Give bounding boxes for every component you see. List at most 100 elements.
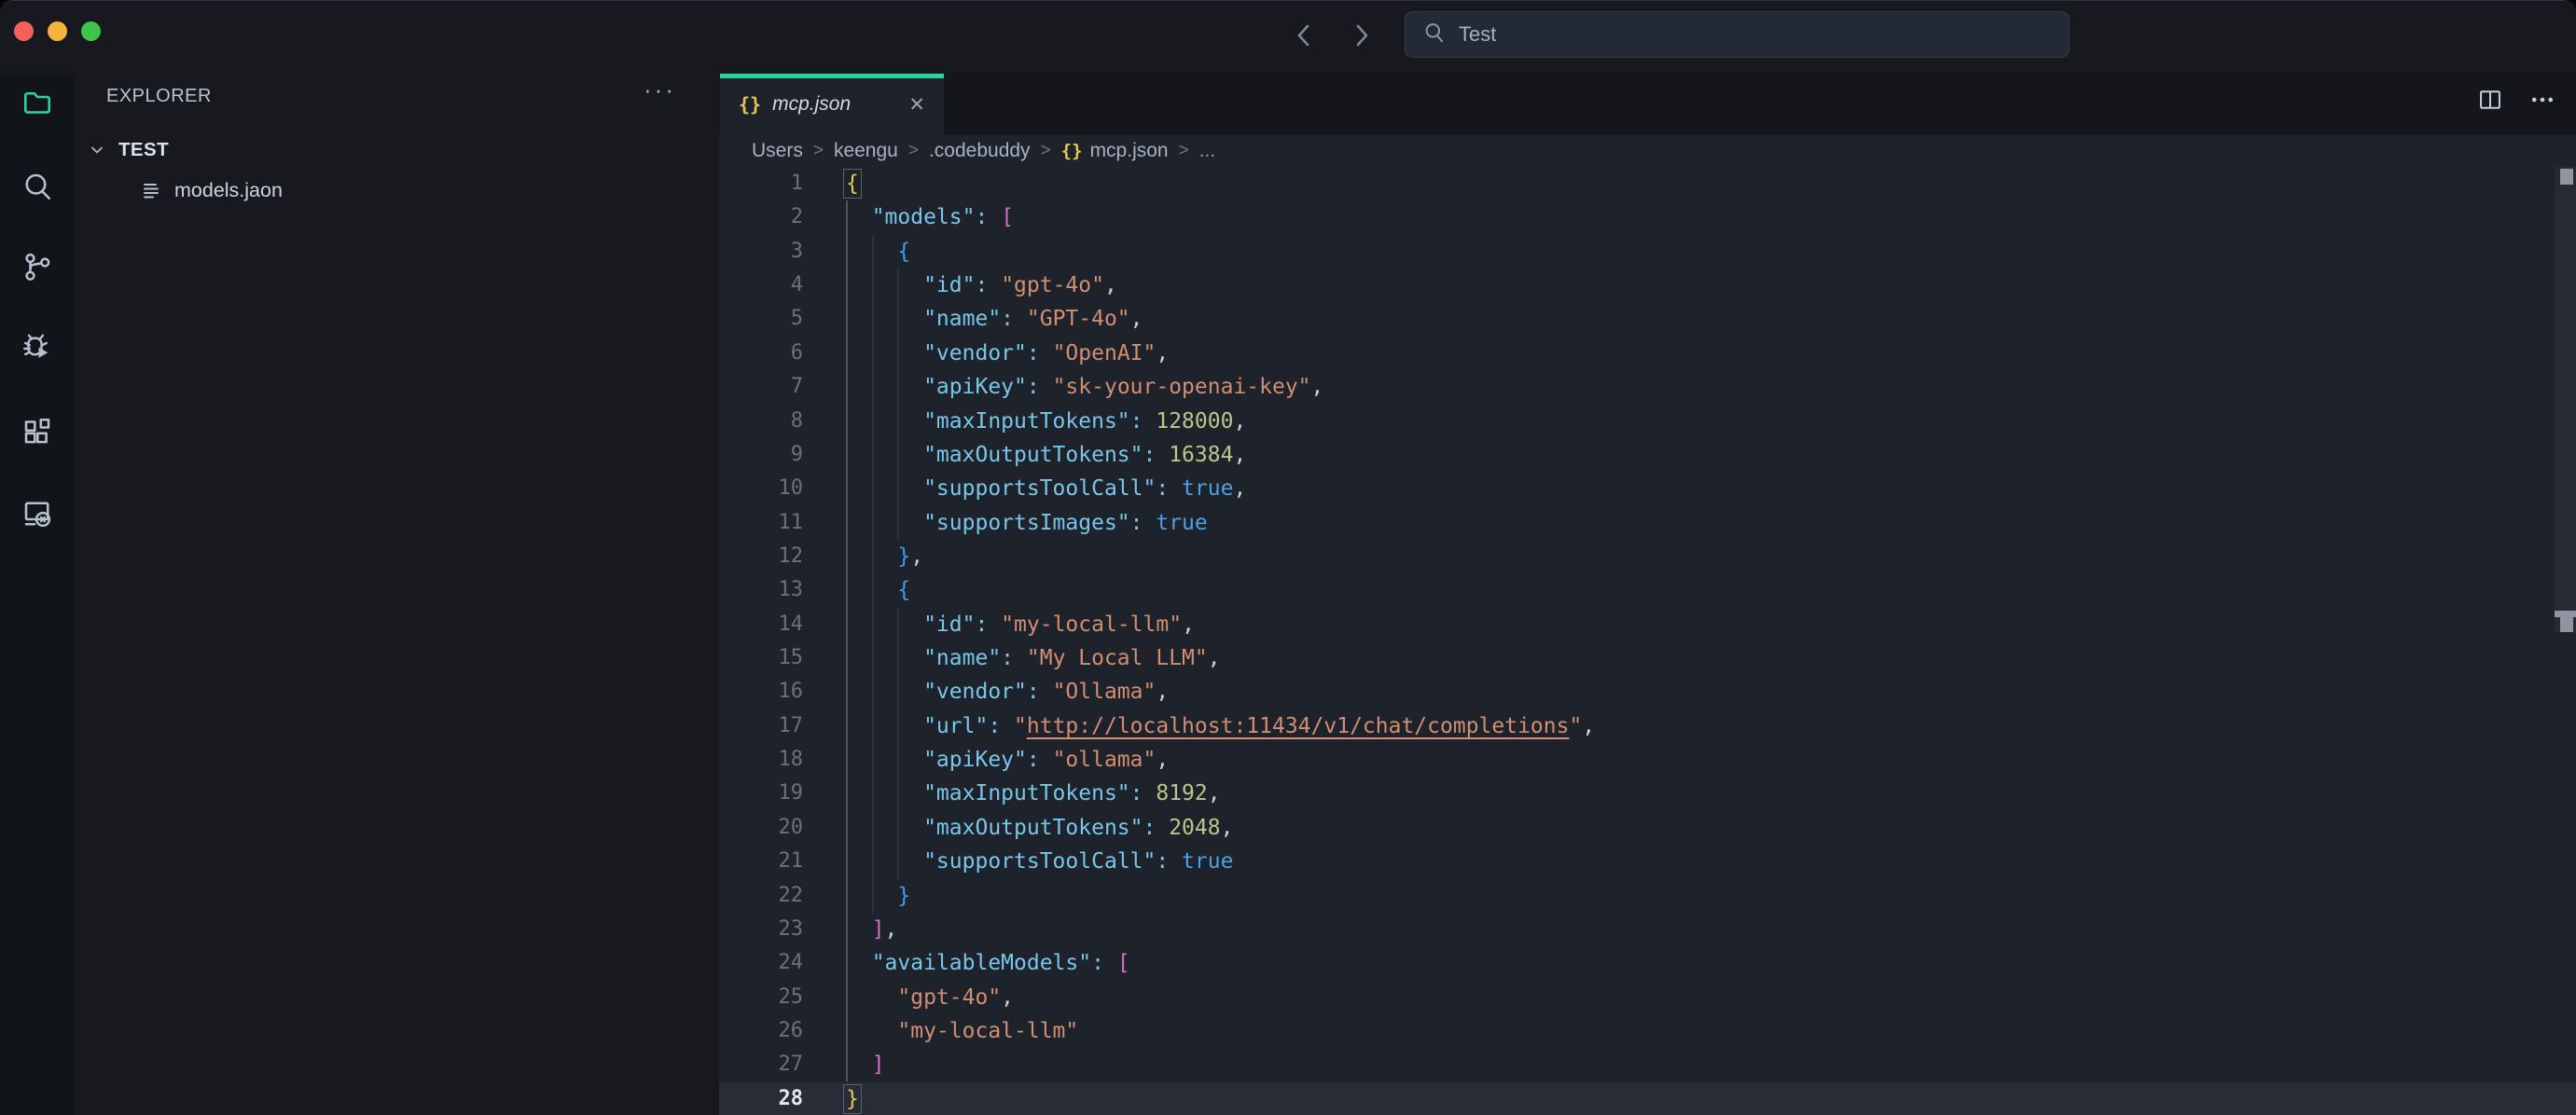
code-line-content[interactable]: "availableModels": [: [803, 946, 1130, 980]
code-line-content[interactable]: {: [803, 167, 859, 200]
code-line[interactable]: 25 "gpt-4o",: [719, 981, 2576, 1014]
code-line-content[interactable]: "supportsImages": true: [803, 506, 1208, 540]
code-line[interactable]: 11 "supportsImages": true: [719, 506, 2576, 540]
code-line[interactable]: 26 "my-local-llm": [719, 1014, 2576, 1048]
code-line[interactable]: 19 "maxInputTokens": 8192,: [719, 777, 2576, 810]
line-number[interactable]: 11: [719, 506, 803, 540]
line-number[interactable]: 15: [719, 641, 803, 675]
code-line[interactable]: 14 "id": "my-local-llm",: [719, 608, 2576, 641]
line-number[interactable]: 6: [719, 337, 803, 370]
code-line[interactable]: 12 },: [719, 540, 2576, 573]
code-line[interactable]: 10 "supportsToolCall": true,: [719, 472, 2576, 505]
line-number[interactable]: 14: [719, 608, 803, 641]
search-sidebar-icon[interactable]: [21, 170, 54, 203]
line-number[interactable]: 10: [719, 472, 803, 505]
line-number[interactable]: 22: [719, 879, 803, 913]
breadcrumb-item[interactable]: keengu: [834, 140, 898, 162]
code-line[interactable]: 8 "maxInputTokens": 128000,: [719, 405, 2576, 438]
line-number[interactable]: 5: [719, 302, 803, 336]
navigate-forward-button[interactable]: [1345, 16, 1378, 55]
command-center-search[interactable]: Test: [1405, 11, 2070, 58]
close-window-button[interactable]: [14, 21, 34, 41]
code-line-content[interactable]: "maxInputTokens": 128000,: [803, 405, 1246, 438]
code-line[interactable]: 20 "maxOutputTokens": 2048,: [719, 811, 2576, 845]
tab-close-icon[interactable]: ✕: [908, 93, 925, 117]
code-line[interactable]: 5 "name": "GPT-4o",: [719, 302, 2576, 336]
code-line-content[interactable]: "id": "gpt-4o",: [803, 268, 1117, 302]
line-number[interactable]: 24: [719, 946, 803, 980]
zoom-window-button[interactable]: [81, 21, 101, 41]
split-editor-button[interactable]: [2477, 87, 2503, 117]
line-number[interactable]: 13: [719, 573, 803, 607]
line-number[interactable]: 12: [719, 540, 803, 573]
breadcrumb-item[interactable]: mcp.json: [1090, 140, 1169, 162]
code-line-content[interactable]: "url": "http://localhost:11434/v1/chat/c…: [803, 709, 1595, 743]
navigate-back-button[interactable]: [1287, 16, 1321, 55]
code-line[interactable]: 23 ],: [719, 913, 2576, 946]
line-number[interactable]: 4: [719, 268, 803, 302]
line-number[interactable]: 17: [719, 709, 803, 743]
tab-mcp-json[interactable]: {} mcp.json ✕: [720, 74, 944, 135]
code-line-content[interactable]: "maxOutputTokens": 2048,: [803, 811, 1233, 845]
more-actions-button[interactable]: [2529, 87, 2555, 117]
line-number[interactable]: 16: [719, 675, 803, 709]
code-line-content[interactable]: "apiKey": "sk-your-openai-key",: [803, 370, 1323, 404]
code-line-content[interactable]: {: [803, 573, 910, 607]
code-line-content[interactable]: "name": "GPT-4o",: [803, 302, 1143, 336]
code-line[interactable]: 24 "availableModels": [: [719, 946, 2576, 980]
code-line[interactable]: 15 "name": "My Local LLM",: [719, 641, 2576, 675]
code-line[interactable]: 3 {: [719, 235, 2576, 268]
line-number[interactable]: 26: [719, 1014, 803, 1048]
line-number[interactable]: 8: [719, 405, 803, 438]
line-number[interactable]: 27: [719, 1048, 803, 1081]
source-control-icon[interactable]: [21, 250, 54, 283]
code-line-content[interactable]: "apiKey": "ollama",: [803, 743, 1169, 777]
code-editor[interactable]: 1{2 "models": [3 {4 "id": "gpt-4o",5 "na…: [719, 167, 2576, 1115]
code-line[interactable]: 2 "models": [: [719, 200, 2576, 234]
editor-scrollbar[interactable]: [2555, 167, 2576, 632]
code-line[interactable]: 28}: [719, 1082, 2576, 1115]
file-item-models-jaon[interactable]: models.jaon: [75, 172, 719, 208]
code-line-content[interactable]: "gpt-4o",: [803, 981, 1014, 1014]
code-line[interactable]: 21 "supportsToolCall": true: [719, 845, 2576, 878]
code-line[interactable]: 16 "vendor": "Ollama",: [719, 675, 2576, 709]
line-number[interactable]: 3: [719, 235, 803, 268]
code-line[interactable]: 27 ]: [719, 1048, 2576, 1081]
code-line-content[interactable]: "supportsToolCall": true: [803, 845, 1233, 878]
explorer-more-actions-button[interactable]: ···: [644, 76, 676, 104]
line-number[interactable]: 7: [719, 370, 803, 404]
code-line-content[interactable]: ],: [803, 913, 897, 946]
code-line-content[interactable]: }: [803, 879, 910, 913]
code-line-content[interactable]: "name": "My Local LLM",: [803, 641, 1221, 675]
code-line-content[interactable]: "id": "my-local-llm",: [803, 608, 1195, 641]
code-line-content[interactable]: "my-local-llm": [803, 1014, 1078, 1048]
run-debug-icon[interactable]: [21, 332, 54, 365]
line-number[interactable]: 25: [719, 981, 803, 1014]
code-line[interactable]: 18 "apiKey": "ollama",: [719, 743, 2576, 777]
code-line-content[interactable]: "maxOutputTokens": 16384,: [803, 438, 1246, 472]
code-line-content[interactable]: "maxInputTokens": 8192,: [803, 777, 1221, 810]
extensions-icon[interactable]: [21, 415, 54, 448]
breadcrumb-item[interactable]: Users: [752, 140, 803, 162]
line-number[interactable]: 1: [719, 167, 803, 200]
workspace-root-test[interactable]: TEST: [75, 133, 719, 167]
code-line-content[interactable]: },: [803, 540, 923, 573]
explorer-folder-icon[interactable]: [21, 86, 54, 119]
code-line[interactable]: 17 "url": "http://localhost:11434/v1/cha…: [719, 709, 2576, 743]
code-line[interactable]: 22 }: [719, 879, 2576, 913]
code-line[interactable]: 1{: [719, 167, 2576, 200]
line-number[interactable]: 2: [719, 200, 803, 234]
breadcrumb-item[interactable]: .codebuddy: [929, 140, 1031, 162]
code-line[interactable]: 6 "vendor": "OpenAI",: [719, 337, 2576, 370]
code-line[interactable]: 9 "maxOutputTokens": 16384,: [719, 438, 2576, 472]
line-number[interactable]: 28: [719, 1082, 803, 1115]
code-line[interactable]: 4 "id": "gpt-4o",: [719, 268, 2576, 302]
remote-explorer-icon[interactable]: [21, 497, 54, 530]
code-line[interactable]: 7 "apiKey": "sk-your-openai-key",: [719, 370, 2576, 404]
code-line[interactable]: 13 {: [719, 573, 2576, 607]
code-line-content[interactable]: "vendor": "OpenAI",: [803, 337, 1169, 370]
code-line-content[interactable]: "vendor": "Ollama",: [803, 675, 1169, 709]
code-line-content[interactable]: "supportsToolCall": true,: [803, 472, 1246, 505]
line-number[interactable]: 18: [719, 743, 803, 777]
line-number[interactable]: 9: [719, 438, 803, 472]
